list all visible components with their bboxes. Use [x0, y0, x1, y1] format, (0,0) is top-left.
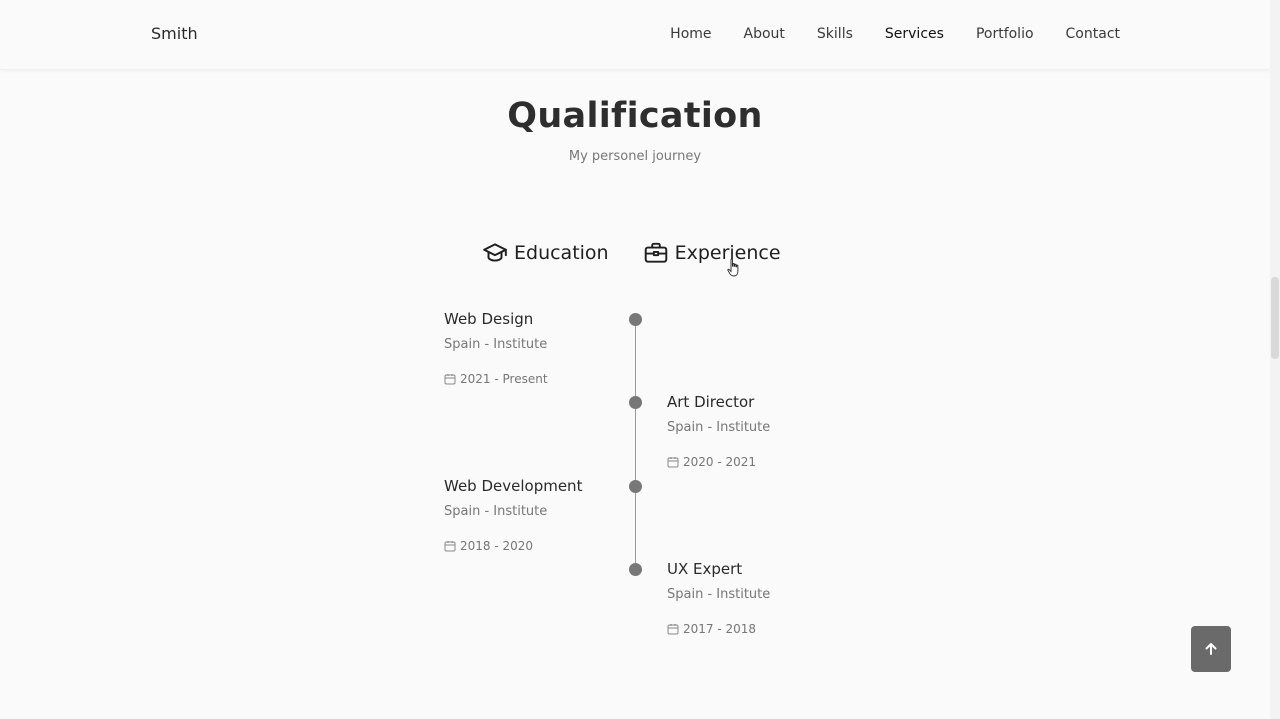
- briefcase-icon: [643, 240, 669, 266]
- scrollbar[interactable]: [1270, 0, 1280, 719]
- entry-subtitle: Spain - Institute: [667, 587, 771, 602]
- timeline-entry: Web Design Spain - Institute 2021 - Pres…: [444, 310, 624, 386]
- tab-education-label: Education: [514, 242, 609, 264]
- timeline-dot: [629, 313, 642, 326]
- entry-subtitle: Spain - Institute: [667, 420, 771, 435]
- timeline-dot: [629, 563, 642, 576]
- scroll-up-button[interactable]: [1191, 626, 1231, 672]
- entry-subtitle: Spain - Institute: [444, 504, 548, 519]
- section-title: Qualification: [507, 96, 763, 136]
- tab-experience[interactable]: Experience: [643, 240, 781, 266]
- nav-about[interactable]: About: [744, 26, 785, 42]
- scrollbar-thumb[interactable]: [1271, 277, 1279, 359]
- logo[interactable]: Smith: [151, 24, 198, 43]
- timeline-entry: Web Development Spain - Institute 2018 -…: [444, 477, 624, 553]
- timeline-dot: [629, 396, 642, 409]
- nav-skills[interactable]: Skills: [817, 26, 853, 42]
- entry-title: Art Director: [667, 393, 755, 411]
- timeline-line: [635, 319, 636, 569]
- calendar-icon: [444, 540, 456, 552]
- main-nav: Home About Skills Services Portfolio Con…: [638, 26, 1120, 42]
- entry-date: 2017 - 2018: [667, 622, 847, 636]
- header: Smith Home About Skills Services Portfol…: [0, 0, 1270, 70]
- nav-portfolio[interactable]: Portfolio: [976, 26, 1034, 42]
- hand-cursor-icon: [727, 258, 741, 278]
- entry-title: Web Development: [444, 477, 583, 495]
- tab-education[interactable]: Education: [482, 240, 609, 266]
- section-subtitle: My personel journey: [568, 149, 702, 164]
- nav-services[interactable]: Services: [885, 26, 944, 42]
- graduation-cap-icon: [482, 240, 508, 266]
- timeline-dot: [629, 480, 642, 493]
- timeline-entry: UX Expert Spain - Institute 2017 - 2018: [667, 560, 847, 636]
- calendar-icon: [667, 623, 679, 635]
- calendar-icon: [444, 373, 456, 385]
- calendar-icon: [667, 456, 679, 468]
- nav-contact[interactable]: Contact: [1066, 26, 1120, 42]
- entry-date: 2018 - 2020: [444, 539, 624, 553]
- entry-date: 2020 - 2021: [667, 455, 847, 469]
- entry-title: UX Expert: [667, 560, 743, 578]
- arrow-up-icon: [1203, 641, 1219, 657]
- entry-title: Web Design: [444, 310, 534, 328]
- nav-home[interactable]: Home: [670, 26, 711, 42]
- entry-date: 2021 - Present: [444, 372, 624, 386]
- timeline-entry: Art Director Spain - Institute 2020 - 20…: [667, 393, 847, 469]
- entry-subtitle: Spain - Institute: [444, 337, 548, 352]
